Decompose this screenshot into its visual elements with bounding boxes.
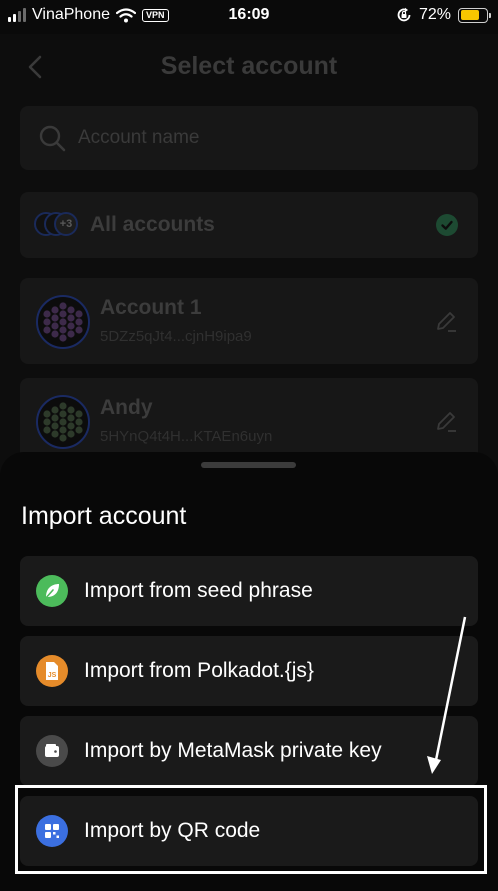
pointer-arrow [427,616,467,774]
